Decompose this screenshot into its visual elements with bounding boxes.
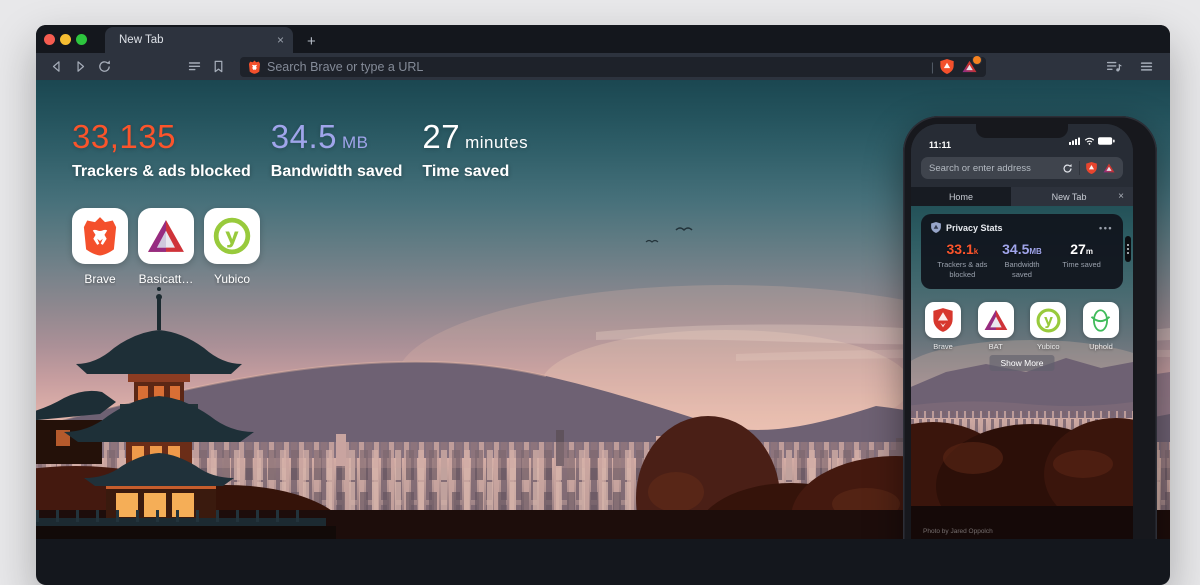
tab-new-tab[interactable]: New Tab × xyxy=(105,27,293,53)
phone-tab-new-tab[interactable]: New Tab × xyxy=(1010,187,1133,206)
cellular-signal-icon xyxy=(1069,132,1081,150)
phone-clock: 11:11 xyxy=(929,140,952,150)
phone-shortcut-uphold[interactable]: Uphold xyxy=(1082,302,1120,351)
phone-shields-icon[interactable] xyxy=(1086,162,1097,174)
phone-tab-home[interactable]: Home xyxy=(911,187,1011,206)
phone-mockup: 11:11 Search or enter address Home New T… xyxy=(903,116,1157,539)
top-sites: Brave Basicatt… y Yubico xyxy=(72,208,260,286)
phone-stat-bandwidth: 34.5MB Bandwidth saved xyxy=(1002,241,1042,279)
stat-trackers-blocked: 33,135 Trackers & ads blocked xyxy=(72,120,251,181)
battery-icon xyxy=(1098,132,1115,150)
svg-text:y: y xyxy=(1044,313,1053,329)
bandwidth-value: 34.5 xyxy=(270,118,337,155)
bat-logo-icon[interactable] xyxy=(138,208,194,264)
toolbar-right-icons xyxy=(1104,57,1160,77)
privacy-card-menu-icon[interactable]: ••• xyxy=(1099,223,1113,233)
phone-rewards-icon[interactable] xyxy=(1103,163,1115,173)
phone-notch xyxy=(976,124,1068,138)
bird-icon xyxy=(675,227,693,232)
phone-stat-time: 27m Time saved xyxy=(1062,241,1101,269)
new-tab-button[interactable]: + xyxy=(307,34,316,49)
shortcut-brave[interactable]: Brave xyxy=(72,208,128,286)
privacy-stats-row: 33,135 Trackers & ads blocked 34.5 MB Ban… xyxy=(72,120,528,181)
phone-address-row: Search or enter address xyxy=(911,153,1133,187)
tab-title: New Tab xyxy=(119,34,164,46)
url-input[interactable]: Search Brave or type a URL xyxy=(267,60,925,74)
yubico-logo-icon[interactable]: y xyxy=(204,208,260,264)
privacy-shield-icon xyxy=(931,222,941,233)
window-controls xyxy=(36,25,93,53)
url-bar[interactable]: Search Brave or type a URL | xyxy=(240,55,986,77)
show-more-button[interactable]: Show More xyxy=(989,355,1055,371)
close-window-button[interactable] xyxy=(44,33,55,45)
brave-shields-icon[interactable] xyxy=(940,59,954,74)
privacy-card-title: Privacy Stats xyxy=(946,222,1003,233)
phone-top-sites: Brave BAT y Yubico Uphold xyxy=(911,302,1133,351)
phone-shortcut-yubico[interactable]: y Yubico xyxy=(1029,302,1067,351)
phone-privacy-stats-card: Privacy Stats ••• 33.1k Trackers & ads bl… xyxy=(921,214,1123,289)
phone-new-tab-page: Privacy Stats ••• 33.1k Trackers & ads bl… xyxy=(911,206,1133,539)
toolbar: Search Brave or type a URL | xyxy=(36,53,1170,80)
bandwidth-label: Bandwidth saved xyxy=(270,163,403,180)
stat-time-saved: 27 minutes Time saved xyxy=(422,118,529,180)
phone-tab-strip: Home New Tab × xyxy=(911,187,1133,206)
phone-stat-trackers: 33.1k Trackers & ads blocked xyxy=(937,241,988,279)
urlbar-divider: | xyxy=(930,59,934,74)
new-tab-page: 33,135 Trackers & ads blocked 34.5 MB Ban… xyxy=(36,80,1170,539)
phone-tab-close-icon[interactable]: × xyxy=(1118,191,1124,202)
forward-button[interactable] xyxy=(70,57,90,77)
phone-shortcut-brave[interactable]: Brave xyxy=(924,302,962,351)
phone-reload-icon[interactable] xyxy=(1062,163,1073,174)
tab-bar: New Tab × + xyxy=(36,25,1170,53)
yubico-logo-icon[interactable]: y xyxy=(1030,302,1067,338)
trackers-label: Trackers & ads blocked xyxy=(72,163,251,180)
reading-list-icon[interactable] xyxy=(184,57,204,77)
brave-logo-icon xyxy=(248,60,261,74)
bat-logo-icon[interactable] xyxy=(977,302,1014,338)
stat-bandwidth-saved: 34.5 MB Bandwidth saved xyxy=(270,118,403,180)
shortcut-bat[interactable]: Basicatt… xyxy=(138,208,194,286)
svg-text:y: y xyxy=(225,223,239,248)
photo-credit: Photo by Jared Oppolch xyxy=(923,528,993,535)
minimize-window-button[interactable] xyxy=(60,33,71,45)
back-button[interactable] xyxy=(46,57,66,77)
phone-url-input[interactable]: Search or enter address xyxy=(929,163,1056,174)
trackers-value: 33,135 xyxy=(72,118,176,155)
wifi-icon xyxy=(1084,132,1095,150)
phone-shortcut-bat[interactable]: BAT xyxy=(977,302,1015,351)
bookmark-icon[interactable] xyxy=(208,57,228,77)
shortcut-yubico[interactable]: y Yubico xyxy=(204,208,260,286)
zoom-window-button[interactable] xyxy=(76,33,87,45)
uphold-logo-icon[interactable] xyxy=(1082,302,1119,338)
time-label: Time saved xyxy=(422,163,510,180)
brave-rewards-icon[interactable] xyxy=(960,55,981,76)
reload-button[interactable] xyxy=(94,57,114,77)
time-value: 27 xyxy=(422,118,461,155)
playlist-icon[interactable] xyxy=(1104,57,1124,77)
bird-icon xyxy=(645,239,659,243)
tab-close-icon[interactable]: × xyxy=(277,33,284,47)
menu-icon[interactable] xyxy=(1136,57,1156,77)
phone-screen: 11:11 Search or enter address Home New T… xyxy=(911,124,1133,539)
phone-address-bar[interactable]: Search or enter address xyxy=(921,157,1123,179)
brave-shield-logo-icon[interactable] xyxy=(925,302,961,338)
browser-window: New Tab × + Search Brave or type a URL | xyxy=(36,25,1170,585)
rewards-notification-badge xyxy=(973,55,981,64)
brave-logo-icon[interactable] xyxy=(72,208,128,264)
phone-scroll-indicator[interactable] xyxy=(1125,236,1131,262)
phone-pill-divider xyxy=(1079,161,1080,175)
